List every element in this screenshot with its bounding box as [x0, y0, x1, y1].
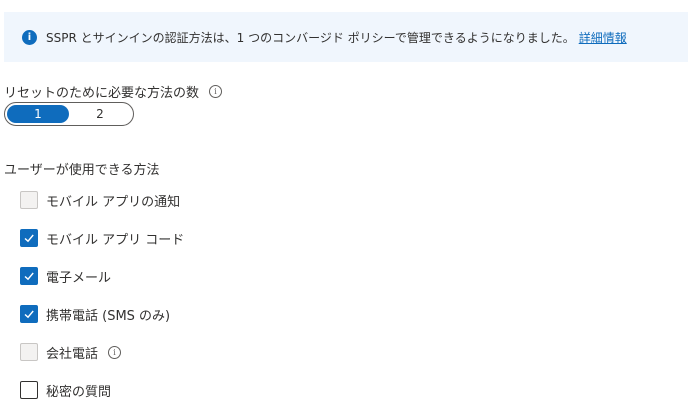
method-label: 携帯電話 (SMS のみ)	[46, 308, 171, 324]
method-label: モバイル アプリの通知	[46, 194, 181, 210]
method-security-questions: 秘密の質問	[20, 380, 111, 400]
toggle-option-1[interactable]: 1	[7, 105, 69, 123]
info-circle-icon[interactable]: i	[108, 345, 122, 359]
method-mobile-app-code: モバイル アプリ コード	[20, 228, 184, 248]
info-circle-icon[interactable]: i	[209, 85, 223, 98]
method-email: 電子メール	[20, 266, 111, 286]
method-label: 電子メール	[46, 270, 112, 286]
info-banner: i SSPR とサインインの認証方法は、1 つのコンバージド ポリシーで管理でき…	[4, 12, 688, 62]
office-phone-checkbox[interactable]	[20, 343, 38, 361]
learn-more-link[interactable]: 詳細情報	[579, 29, 627, 46]
toggle-option-2[interactable]: 2	[69, 105, 131, 123]
banner-text: SSPR とサインインの認証方法は、1 つのコンバージド ポリシーで管理できるよ…	[46, 30, 575, 45]
checkmark-icon	[24, 234, 34, 243]
method-office-phone: 会社電話 i	[20, 342, 122, 362]
checkmark-icon	[24, 272, 34, 281]
mobile-phone-sms-checkbox[interactable]	[20, 305, 38, 323]
reset-methods-count-text: リセットのために必要な方法の数	[4, 86, 200, 101]
available-methods-text: ユーザーが使用できる方法	[4, 163, 160, 178]
available-methods-label: ユーザーが使用できる方法	[4, 159, 159, 178]
method-mobile-app-notification: モバイル アプリの通知	[20, 190, 180, 210]
security-questions-checkbox[interactable]	[20, 381, 38, 399]
info-icon: i	[22, 29, 37, 45]
method-mobile-phone-sms: 携帯電話 (SMS のみ)	[20, 304, 170, 324]
method-label: モバイル アプリ コード	[46, 232, 185, 248]
methods-count-toggle[interactable]: 1 2	[4, 102, 134, 126]
mobile-app-notification-checkbox[interactable]	[20, 191, 38, 209]
method-label: 会社電話	[46, 346, 99, 362]
email-checkbox[interactable]	[20, 267, 38, 285]
method-label: 秘密の質問	[46, 384, 112, 400]
reset-methods-count-label: リセットのために必要な方法の数 i	[4, 82, 223, 101]
mobile-app-code-checkbox[interactable]	[20, 229, 38, 247]
checkmark-icon	[24, 310, 34, 319]
